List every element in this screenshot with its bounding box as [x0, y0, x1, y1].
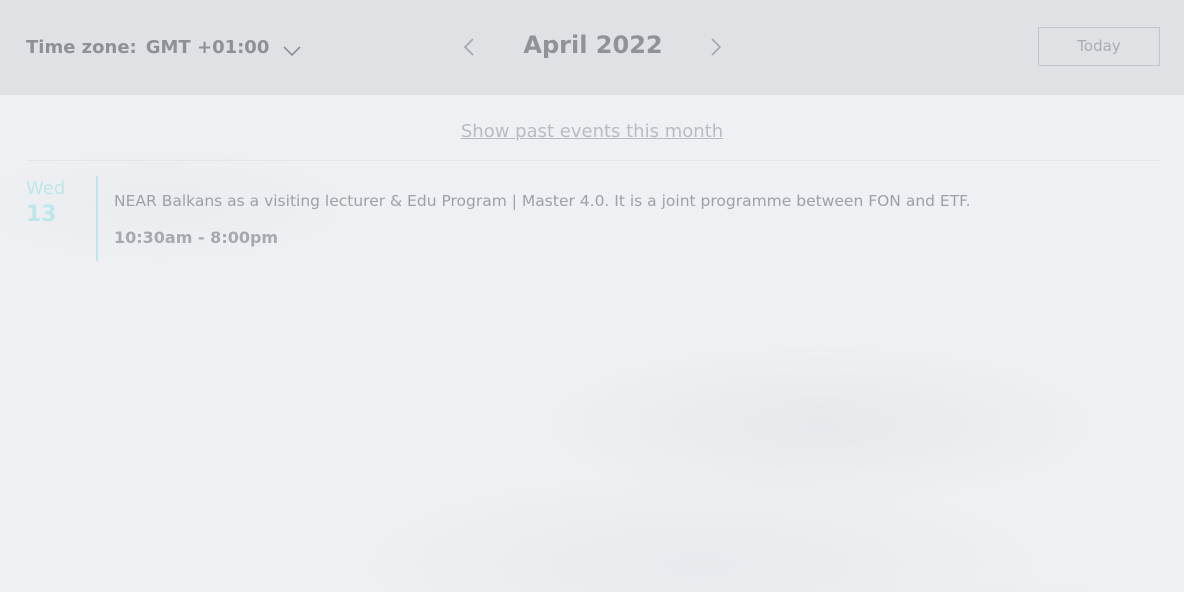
background-texture: [0, 95, 1184, 592]
divider: [26, 160, 1160, 161]
event-accent-bar: [96, 176, 98, 261]
today-button[interactable]: Today: [1038, 27, 1160, 66]
event-day-number: 13: [26, 202, 57, 227]
month-title: April 2022: [523, 31, 663, 59]
event-day-of-week: Wed: [26, 178, 66, 199]
chevron-right-icon[interactable]: [709, 37, 723, 57]
calendar-header: Time zone: GMT +01:00 April 2022 Today: [0, 0, 1184, 95]
event-title[interactable]: NEAR Balkans as a visiting lecturer & Ed…: [114, 192, 1154, 210]
show-past-events-link[interactable]: Show past events this month: [0, 121, 1184, 142]
event-date: Wed 13: [26, 178, 86, 230]
chevron-left-icon[interactable]: [462, 37, 476, 57]
month-navigation: April 2022: [0, 30, 1184, 64]
event-time: 10:30am - 8:00pm: [114, 228, 279, 247]
